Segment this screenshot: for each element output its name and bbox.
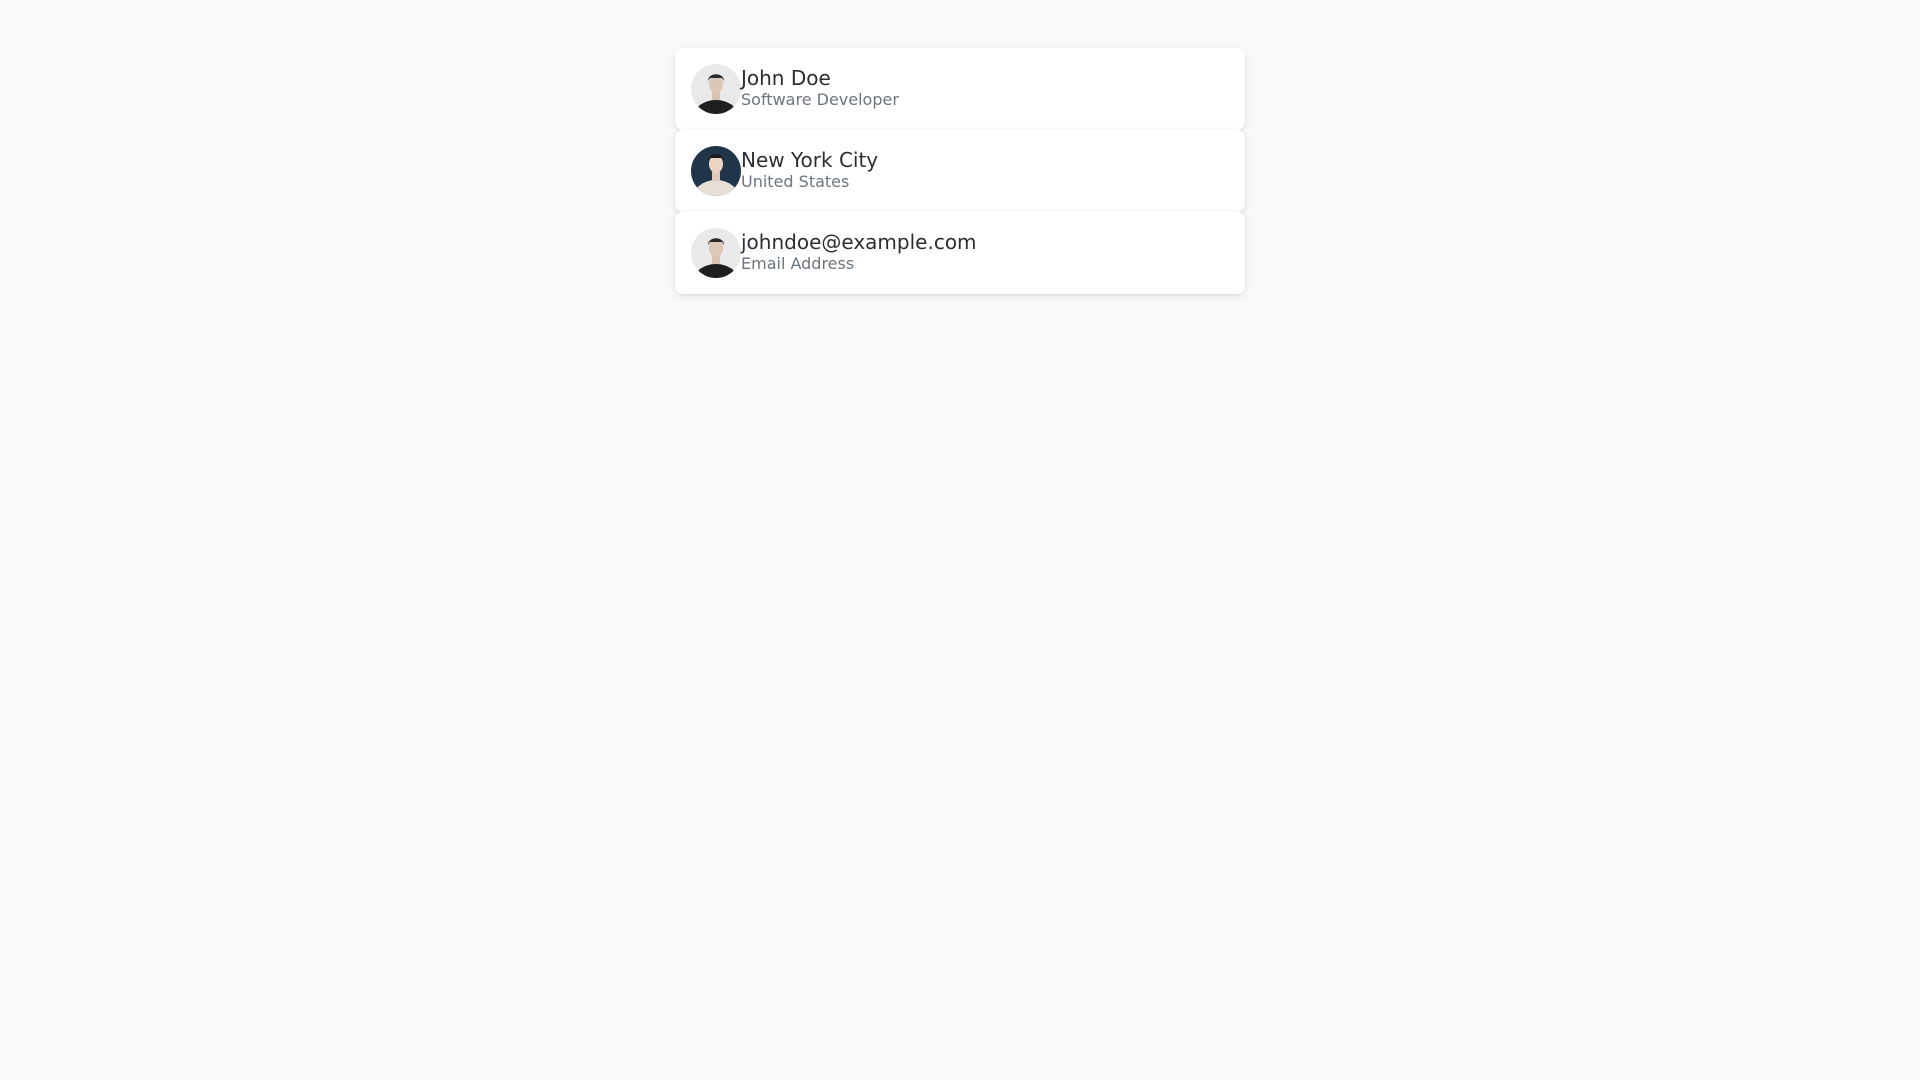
avatar-icon bbox=[691, 64, 741, 114]
item-title: johndoe@example.com bbox=[741, 230, 977, 254]
avatar-icon bbox=[691, 146, 741, 196]
item-title: John Doe bbox=[741, 66, 831, 90]
list-item-email[interactable]: johndoe@example.com Email Address bbox=[675, 212, 1245, 294]
item-title: New York City bbox=[741, 148, 879, 172]
list-item-name[interactable]: John Doe Software Developer bbox=[675, 48, 1245, 130]
item-subtitle: United States bbox=[741, 172, 850, 191]
item-subtitle: Email Address bbox=[741, 254, 855, 273]
item-subtitle: Software Developer bbox=[741, 90, 899, 109]
contact-info-list: John Doe Software Developer New York Cit… bbox=[675, 48, 1245, 294]
avatar-icon bbox=[691, 228, 741, 278]
list-item-location[interactable]: New York City United States bbox=[675, 130, 1245, 212]
